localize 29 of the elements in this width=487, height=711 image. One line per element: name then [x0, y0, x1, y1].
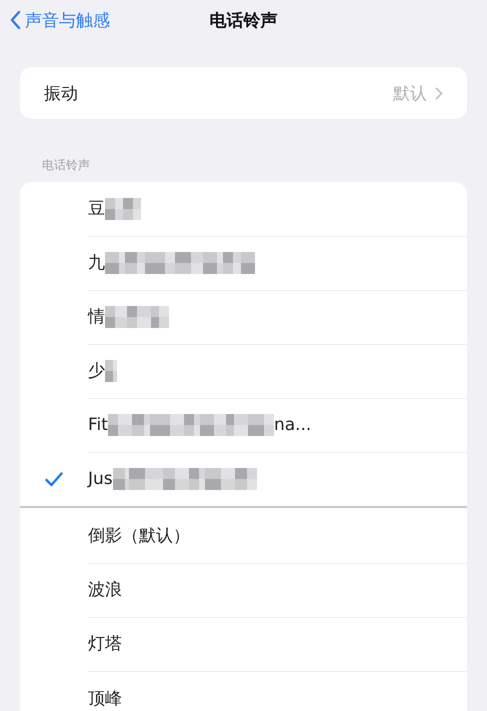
ringtone-name: 倒影（默认）	[88, 525, 190, 547]
section-header: 电话铃声	[42, 157, 91, 174]
ringtone-row[interactable]: 倒影（默认）	[20, 509, 467, 563]
ringtone-row[interactable]: 九	[20, 236, 467, 290]
ringtone-name: 灯塔	[88, 633, 122, 655]
ringtone-row[interactable]: 波浪	[20, 563, 467, 617]
ringtone-row[interactable]: 灯塔	[20, 617, 467, 671]
chevron-right-icon	[435, 86, 443, 100]
ringtone-row[interactable]: 豆	[20, 182, 467, 236]
ringtone-name-end: na...	[274, 414, 312, 434]
page-title: 电话铃声	[210, 10, 278, 32]
ringtone-name: Jus	[88, 469, 113, 489]
ringtone-row[interactable]: Fit na...	[20, 398, 467, 452]
ringtone-name: 豆	[88, 198, 105, 220]
back-link[interactable]: 声音与触感	[10, 8, 110, 32]
back-chevron-icon	[10, 11, 21, 29]
ringtone-name: Fit	[88, 414, 108, 434]
ringtone-row[interactable]: 顶峰	[20, 671, 467, 711]
ringtone-name: 情	[88, 306, 105, 328]
ringtone-name: 顶峰	[88, 688, 122, 710]
ringtone-row[interactable]: 情	[20, 290, 467, 344]
ringtone-row[interactable]: 少	[20, 344, 467, 398]
ringtone-name: 少	[88, 360, 105, 382]
ringtone-name: 九	[88, 252, 105, 274]
vibration-value: 默认	[393, 82, 427, 104]
vibration-row[interactable]: 振动 默认	[20, 67, 467, 119]
ringtone-name: 波浪	[88, 579, 122, 601]
ringtone-row[interactable]: Jus	[20, 452, 467, 506]
vibration-label: 振动	[44, 82, 78, 104]
